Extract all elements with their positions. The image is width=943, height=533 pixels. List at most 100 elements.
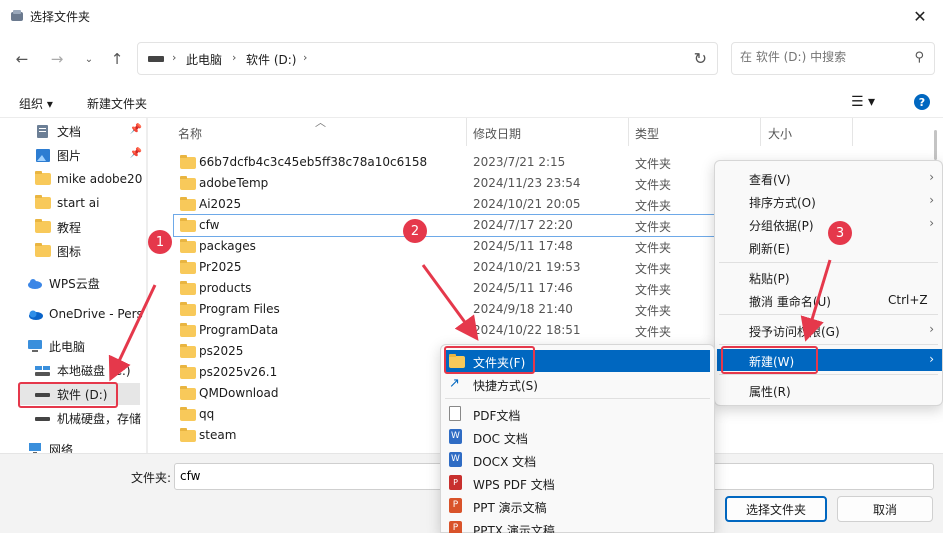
pin-icon: 📌: [129, 124, 142, 135]
sidebar-scrollbar[interactable]: [146, 118, 148, 453]
search-input[interactable]: [740, 50, 910, 64]
step-badge-1: 1: [148, 230, 172, 254]
submenu-item-shortcut[interactable]: ↗ 快捷方式(S): [441, 373, 711, 395]
address-bar[interactable]: › 此电脑 › 软件 (D:) › ↻: [137, 42, 718, 75]
column-header-size[interactable]: 大小: [768, 118, 792, 146]
sidebar-item-drive-c[interactable]: 本地磁盘 (C:): [35, 359, 150, 381]
sidebar-item-mike-adobe[interactable]: mike adobe20: [35, 168, 150, 190]
wps-pdf-icon: P: [449, 475, 462, 490]
folder-icon: [35, 218, 51, 233]
organize-button[interactable]: 组织 ▾: [19, 95, 53, 112]
folder-icon: [180, 281, 196, 295]
submenu-item-ppt[interactable]: P PPT 演示文稿: [441, 495, 711, 517]
sidebar-item-mechanical-drive[interactable]: 机械硬盘，存储: [35, 407, 150, 429]
submenu-item-doc[interactable]: W DOC 文档: [441, 426, 711, 448]
sidebar-item-label: 机械硬盘，存储: [57, 411, 142, 426]
breadcrumb-separator-icon: ›: [232, 51, 237, 64]
submenu-item-pptx[interactable]: P PPTX 演示文稿: [441, 518, 711, 533]
chevron-right-icon: ›: [929, 216, 934, 230]
sidebar-item-label: mike adobe20: [57, 172, 143, 186]
menu-item-view[interactable]: 查看(V) ›: [715, 167, 942, 189]
sidebar-item-start-ai[interactable]: start ai: [35, 192, 150, 214]
pictures-icon: [36, 148, 50, 162]
breadcrumb-separator-icon: ›: [172, 51, 177, 64]
sort-indicator-icon: ︿: [315, 118, 326, 129]
window-title: 选择文件夹: [30, 10, 91, 24]
folder-icon: [180, 218, 196, 232]
recent-locations-chevron-icon[interactable]: ⌄: [78, 48, 100, 70]
word-icon: W: [449, 452, 462, 467]
title-bar: 选择文件夹 ✕: [0, 0, 943, 32]
folder-field-label: 文件夹:: [131, 471, 172, 485]
up-arrow-icon[interactable]: ↑: [106, 48, 128, 70]
sidebar-item-label: start ai: [57, 196, 100, 210]
chevron-right-icon: ›: [929, 193, 934, 207]
folder-icon: [180, 344, 196, 358]
pin-icon: 📌: [129, 148, 142, 159]
search-box[interactable]: ⚲: [731, 42, 935, 75]
folder-icon: [180, 428, 196, 442]
folder-icon: [180, 260, 196, 274]
submenu-item-docx[interactable]: W DOCX 文档: [441, 449, 711, 471]
submenu-item-wps-pdf[interactable]: P WPS PDF 文档: [441, 472, 711, 494]
network-icon: [29, 442, 41, 453]
computer-icon: [28, 339, 42, 352]
drive-icon: [35, 416, 50, 421]
folder-icon: [180, 365, 196, 379]
sidebar-item-tutorials[interactable]: 教程: [35, 216, 150, 238]
submenu-item-pdf[interactable]: PDF文档: [441, 403, 711, 425]
menu-item-paste[interactable]: 粘贴(P): [715, 266, 942, 288]
menu-item-refresh[interactable]: 刷新(E): [715, 236, 942, 258]
folder-input[interactable]: [180, 469, 480, 483]
forward-arrow-icon[interactable]: →: [46, 48, 68, 70]
drive-icon: [35, 365, 50, 376]
menu-item-undo-rename[interactable]: 撤消 重命名(U) Ctrl+Z: [715, 289, 942, 311]
breadcrumb-this-pc[interactable]: 此电脑: [186, 51, 222, 68]
search-icon[interactable]: ⚲: [914, 50, 924, 65]
documents-icon: [37, 124, 48, 138]
word-icon: W: [449, 429, 462, 444]
sidebar-item-icons[interactable]: 图标: [35, 240, 150, 262]
menu-item-sort[interactable]: 排序方式(O) ›: [715, 190, 942, 212]
folder-icon: [180, 197, 196, 211]
breadcrumb-drive-d[interactable]: 软件 (D:): [246, 51, 296, 68]
sidebar-item-network[interactable]: 网络: [27, 438, 150, 453]
new-folder-button[interactable]: 新建文件夹: [87, 95, 147, 112]
sidebar-item-label: 图片: [57, 148, 82, 163]
file-row-selected[interactable]: cfw 2024/7/17 22:20 文件夹: [173, 214, 715, 237]
sidebar-item-this-pc[interactable]: 此电脑: [27, 335, 150, 357]
help-icon[interactable]: ?: [914, 94, 930, 110]
folder-icon: [180, 302, 196, 316]
close-icon[interactable]: ✕: [897, 0, 943, 32]
column-header-date[interactable]: 修改日期: [473, 118, 521, 146]
annotation-highlight-drive-d: [18, 382, 118, 408]
cancel-button[interactable]: 取消: [837, 496, 933, 522]
view-options-icon[interactable]: ☰ ▾: [851, 94, 875, 110]
sidebar-item-wps-cloud[interactable]: WPS云盘: [27, 272, 150, 294]
menu-item-grant-access[interactable]: 授予访问权限(G) ›: [715, 319, 942, 341]
folder-icon: [180, 155, 196, 169]
back-arrow-icon[interactable]: ←: [11, 48, 33, 70]
annotation-highlight-new: [721, 346, 818, 374]
command-bar: 组织 ▾ 新建文件夹 ☰ ▾ ?: [0, 88, 943, 118]
step-badge-2: 2: [403, 219, 427, 243]
refresh-icon[interactable]: ↻: [694, 49, 707, 68]
cloud-icon: [28, 278, 42, 289]
ppt-icon: P: [449, 498, 462, 513]
select-folder-button[interactable]: 选择文件夹: [725, 496, 827, 522]
column-header-name[interactable]: 名称: [178, 118, 202, 146]
sidebar-item-label: 文档: [57, 124, 82, 139]
chevron-right-icon: ›: [929, 170, 934, 184]
pdf-doc-icon: [449, 406, 461, 421]
sidebar-item-onedrive[interactable]: OneDrive - Pers: [27, 303, 150, 325]
app-icon: [11, 10, 23, 21]
folder-icon: [180, 323, 196, 337]
sidebar-item-label: 此电脑: [49, 339, 86, 354]
folder-icon: [35, 170, 51, 185]
menu-item-properties[interactable]: 属性(R): [715, 379, 942, 401]
sidebar-item-label: 图标: [57, 244, 82, 259]
annotation-highlight-folder: [444, 346, 535, 374]
content-scrollbar[interactable]: [934, 130, 937, 160]
column-header-type[interactable]: 类型: [635, 118, 659, 146]
sidebar-item-label: 本地磁盘 (C:): [57, 363, 131, 378]
